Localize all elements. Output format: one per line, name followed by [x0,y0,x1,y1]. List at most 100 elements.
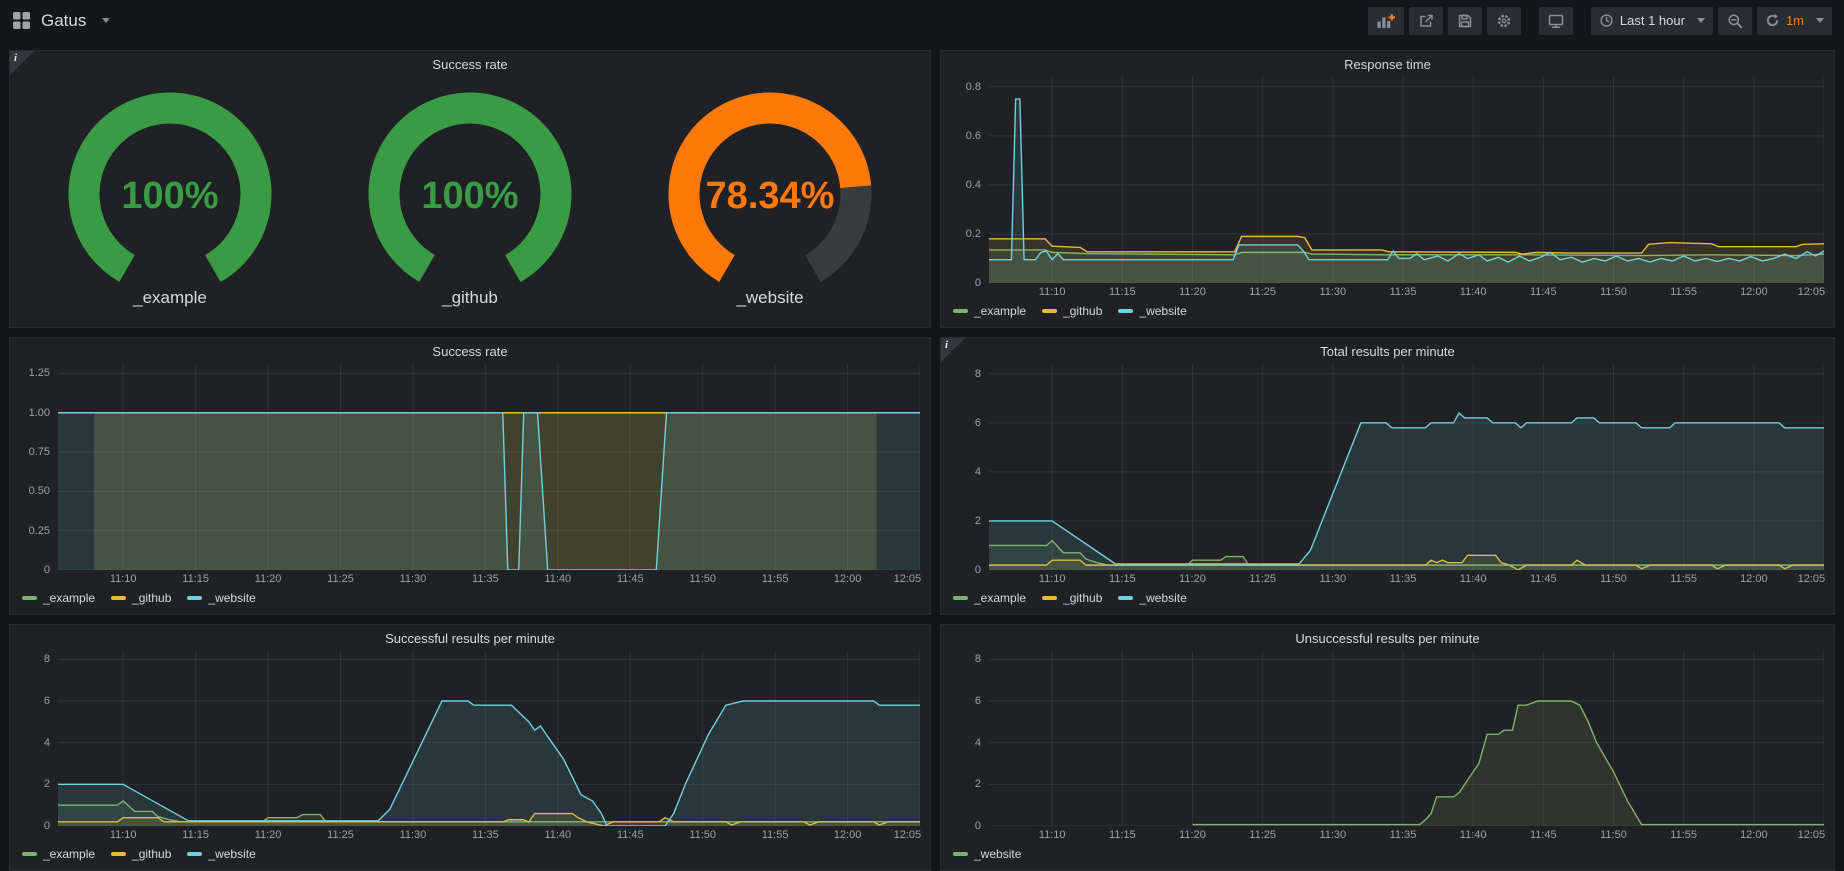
dashboard-caret-icon[interactable] [102,18,110,23]
y-axis-label: 6 [44,695,50,707]
legend-item-_website[interactable]: _website [1118,304,1186,318]
grafana-menu-icon[interactable] [12,11,31,30]
panel-title[interactable]: Unsuccessful results per minute [951,625,1824,651]
refresh-interval-label: 1m [1786,13,1804,28]
legend-swatch-icon [187,852,202,856]
dashboard-title[interactable]: Gatus [41,11,86,31]
y-axis: 02468 [951,364,989,570]
y-axis-label: 2 [975,515,981,527]
legend-swatch-icon [953,596,968,600]
add-panel-button[interactable] [1368,7,1404,35]
x-axis-label: 11:30 [1319,573,1346,585]
x-axis-label: 11:40 [1460,573,1487,585]
time-range-button[interactable]: Last 1 hour [1591,7,1713,35]
x-axis-label: 11:10 [1039,573,1066,585]
legend-swatch-icon [22,852,37,856]
panel-title[interactable]: Success rate [20,338,920,364]
y-axis-label: 0.4 [966,179,981,191]
x-axis-label: 11:35 [1390,286,1417,298]
legend-item-_example[interactable]: _example [22,591,95,605]
plot-area[interactable] [989,651,1824,826]
legend-item-_github[interactable]: _github [111,847,171,861]
legend-swatch-icon [1042,309,1057,313]
legend-item-_example[interactable]: _example [953,304,1026,318]
legend-series-name: _website [1139,591,1186,605]
x-axis-label: 11:25 [1249,829,1276,841]
panel-success-rate-gauges: i Success rate 100%_example100%_github78… [9,50,931,328]
x-axis-label: 12:00 [1740,829,1768,841]
legend-item-_website[interactable]: _website [187,591,255,605]
y-axis-label: 0.50 [29,485,50,497]
x-axis-label: 11:15 [182,573,209,585]
legend-swatch-icon [22,596,37,600]
info-icon[interactable]: i [941,338,965,362]
legend-series-name: _website [1139,304,1186,318]
zoom-out-button[interactable] [1718,7,1752,35]
refresh-button[interactable]: 1m [1757,7,1832,35]
legend-item-_example[interactable]: _example [953,591,1026,605]
legend-item-_github[interactable]: _github [1042,304,1102,318]
refresh-caret-icon [1816,18,1824,23]
y-axis-label: 0.2 [966,228,981,240]
y-axis-label: 4 [44,737,50,749]
legend-item-_website[interactable]: _website [953,847,1021,861]
y-axis-label: 0 [975,564,981,576]
panel-title[interactable]: Response time [951,51,1824,77]
info-icon[interactable]: i [10,51,34,75]
x-axis-label: 11:35 [472,829,499,841]
x-axis-label: 11:45 [1530,573,1557,585]
plot-area[interactable] [989,364,1824,570]
x-axis-label: 11:45 [617,829,644,841]
gauges-row: 100%_example100%_github78.34%_website [20,77,920,321]
panel-response-time: Response time 00.20.40.60.8 11:1011:1511… [940,50,1835,328]
legend-series-name: _github [132,591,171,605]
x-axis-label: 11:55 [762,829,789,841]
legend-item-_example[interactable]: _example [22,847,95,861]
tv-mode-button[interactable] [1539,7,1573,35]
gear-icon [1496,13,1512,29]
panel-title[interactable]: Total results per minute [951,338,1824,364]
legend-series-name: _website [208,591,255,605]
legend-series-name: _website [974,847,1021,861]
legend-item-_github[interactable]: _github [111,591,171,605]
x-axis-label: 11:40 [1460,286,1487,298]
y-axis-label: 6 [975,417,981,429]
share-button[interactable] [1409,7,1443,35]
time-range-label: Last 1 hour [1620,13,1685,28]
x-axis-label: 11:55 [762,573,789,585]
x-axis-label: 11:35 [1390,829,1417,841]
y-axis-label: 8 [975,653,981,665]
panel-title[interactable]: Successful results per minute [20,625,920,651]
panel-success-rate-timeseries: Success rate 00.250.500.751.001.25 11:10… [9,337,931,615]
panel-total-results: i Total results per minute 02468 11:10 11… [940,337,1835,615]
panel-title[interactable]: Success rate [20,51,920,77]
x-axis-label: 11:30 [400,829,427,841]
dashboard-grid: i Success rate 100%_example100%_github78… [0,41,1844,871]
plot-area[interactable] [58,651,920,826]
legend: _example _github _website [20,844,920,864]
legend-swatch-icon [953,852,968,856]
gauge-_website: 78.34%_website [620,90,920,308]
x-axis-label: 11:20 [255,829,282,841]
x-axis: 11:1011:1511:2011:2511:3011:3511:4011:45… [989,570,1824,588]
plot-area[interactable] [989,77,1824,283]
legend-item-_website[interactable]: _website [187,847,255,861]
x-axis-label: 11:30 [400,573,427,585]
y-axis: 02468 [20,651,58,826]
legend-item-_github[interactable]: _github [1042,591,1102,605]
x-axis-label: 11:35 [1390,573,1417,585]
y-axis-label: 0.25 [29,525,50,537]
x-axis-label: 11:45 [1530,286,1557,298]
legend-swatch-icon [187,596,202,600]
legend-series-name: _website [208,847,255,861]
legend-series-name: _example [43,847,95,861]
plot-area[interactable] [58,364,920,570]
x-axis-label: 11:15 [1109,829,1136,841]
x-axis: 11:1011:1511:2011:2511:3011:3511:4011:45… [58,826,920,844]
legend-item-_website[interactable]: _website [1118,591,1186,605]
legend-swatch-icon [1118,596,1133,600]
settings-button[interactable] [1487,7,1521,35]
x-axis: 11:1011:1511:2011:2511:3011:3511:4011:45… [58,570,920,588]
save-button[interactable] [1448,7,1482,35]
legend-series-name: _github [1063,591,1102,605]
